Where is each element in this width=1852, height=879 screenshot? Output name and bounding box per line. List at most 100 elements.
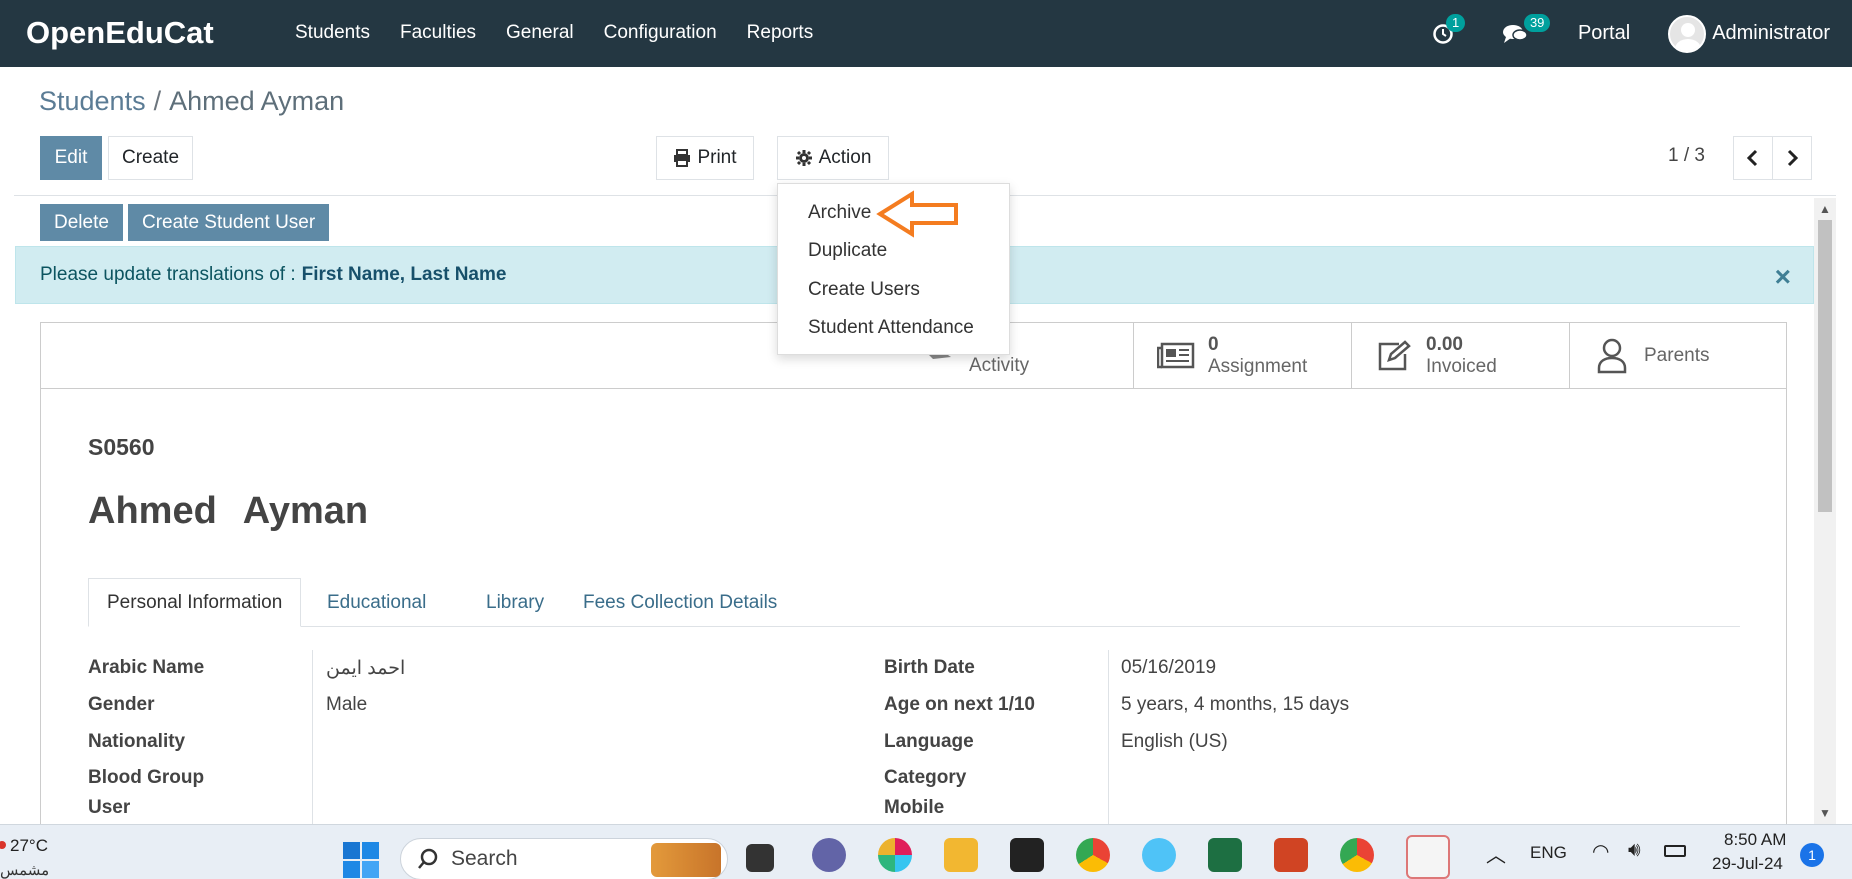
notification-badge[interactable]: 1 (1800, 843, 1824, 867)
field-separator-right (1108, 650, 1109, 824)
mobile-label: Mobile (884, 797, 945, 818)
menu-configuration[interactable]: Configuration (604, 22, 717, 44)
tab-fees-collection-details[interactable]: Fees Collection Details (565, 578, 795, 627)
category-label: Category (884, 767, 967, 788)
printer-icon (674, 149, 691, 167)
invoiced-label: Invoiced (1426, 356, 1497, 377)
breadcrumb-separator: / (153, 86, 162, 116)
action-button[interactable]: Action (777, 136, 889, 180)
newspaper-icon (1154, 334, 1198, 378)
menu-item-create-users[interactable]: Create Users (808, 279, 920, 301)
breadcrumb: Students / Ahmed Ayman (39, 86, 344, 117)
student-name: Ahmed Ayman (88, 490, 394, 533)
weather-condition: مشمس (0, 862, 50, 879)
last-name[interactable]: Ayman (243, 490, 368, 532)
invoiced-count: 0.00 (1426, 334, 1463, 355)
form-tabs: Personal Information Educational Library… (88, 578, 1740, 627)
clock-time[interactable]: 8:50 AM (1724, 830, 1786, 850)
gender-value[interactable]: Male (326, 694, 367, 716)
birth-date-value[interactable]: 05/16/2019 (1121, 657, 1216, 679)
menu-students[interactable]: Students (295, 22, 370, 44)
top-navbar: OpenEduCat Students Faculties General Co… (0, 0, 1852, 67)
arabic-name-value[interactable]: احمد ايمن (326, 657, 405, 680)
snipping-tool-icon[interactable] (1406, 835, 1450, 879)
pager-previous-button[interactable] (1733, 136, 1773, 180)
chrome-profile-icon[interactable] (1340, 838, 1374, 872)
battery-icon[interactable] (1664, 845, 1686, 857)
slack-icon[interactable] (878, 838, 912, 872)
gear-icon (795, 150, 812, 166)
assignment-text: 0 Assignment (1208, 334, 1307, 378)
print-button[interactable]: Print (656, 136, 754, 180)
arabic-name-label: Arabic Name (88, 657, 205, 678)
app-brand[interactable]: OpenEduCat (26, 15, 214, 51)
user-icon (1590, 334, 1634, 378)
teams-icon[interactable] (812, 838, 846, 872)
tab-library[interactable]: Library (468, 578, 562, 627)
parents-smart-button[interactable]: Parents (1569, 323, 1787, 389)
menu-item-student-attendance[interactable]: Student Attendance (808, 317, 974, 339)
birth-date-label: Birth Date (884, 657, 975, 678)
pager-value[interactable]: 1 / 3 (1668, 145, 1705, 167)
assignment-smart-button[interactable]: 0 Assignment (1133, 323, 1351, 389)
scroll-down-arrow[interactable]: ▼ (1816, 806, 1834, 820)
close-icon[interactable]: × (1775, 261, 1791, 293)
search-icon (418, 848, 438, 869)
print-label: Print (697, 147, 737, 168)
invoiced-text: 0.00 Invoiced (1426, 334, 1497, 378)
paint-icon[interactable] (1142, 838, 1176, 872)
scrollbar-thumb[interactable] (1818, 220, 1832, 512)
user-menu[interactable]: Administrator (1712, 22, 1830, 45)
first-name[interactable]: Ahmed (88, 490, 217, 532)
pager-next-button[interactable] (1772, 136, 1812, 180)
menu-reports[interactable]: Reports (747, 22, 814, 44)
create-student-user-button[interactable]: Create Student User (128, 204, 330, 241)
chevron-up-icon[interactable]: ︿ (1486, 839, 1506, 868)
language-indicator[interactable]: ENG (1530, 843, 1567, 863)
chrome-icon[interactable] (1076, 838, 1110, 872)
windows-start-icon[interactable] (343, 842, 379, 878)
menu-general[interactable]: General (506, 22, 574, 44)
delete-button[interactable]: Delete (40, 204, 123, 241)
create-button[interactable]: Create (108, 136, 193, 180)
breadcrumb-students[interactable]: Students (39, 86, 146, 116)
tab-personal-information[interactable]: Personal Information (88, 578, 302, 627)
task-view-icon[interactable] (746, 844, 774, 872)
breadcrumb-current: Ahmed Ayman (169, 86, 345, 116)
taskbar-search[interactable]: Search (400, 838, 728, 879)
field-separator-left (312, 650, 313, 824)
menu-item-duplicate[interactable]: Duplicate (808, 240, 887, 262)
tab-educational[interactable]: Educational (309, 578, 444, 627)
messages-menu[interactable]: 39 (1492, 0, 1568, 67)
action-label: Action (818, 147, 872, 168)
menu-faculties[interactable]: Faculties (400, 22, 476, 44)
file-explorer-icon[interactable] (944, 838, 978, 872)
age-label: Age on next 1/10 (884, 694, 1035, 715)
windows-taskbar: 27°C مشمس Search ︿ ENG ◠ 🔊︎ 8:50 AM 29-J… (0, 824, 1852, 879)
sticky-notes-icon[interactable] (1010, 838, 1044, 872)
systray: 1 39 Portal Administrator (1422, 0, 1852, 67)
invoiced-smart-button[interactable]: 0.00 Invoiced (1351, 323, 1569, 389)
edit-button[interactable]: Edit (40, 136, 102, 180)
chevron-right-icon (1787, 149, 1799, 167)
edit-icon (1372, 334, 1416, 378)
alert-fields: First Name, Last Name (301, 264, 507, 285)
portal-link[interactable]: Portal (1578, 22, 1630, 45)
search-placeholder: Search (451, 847, 518, 870)
activity-label: Activity (969, 355, 1030, 376)
activity-menu[interactable]: 1 (1422, 0, 1482, 67)
alert-text: Please update translations of : (40, 264, 296, 285)
powerpoint-icon[interactable] (1274, 838, 1308, 872)
nationality-label: Nationality (88, 731, 186, 752)
avatar[interactable] (1668, 14, 1707, 53)
language-value[interactable]: English (US) (1121, 731, 1228, 753)
menu-item-archive[interactable]: Archive (808, 202, 871, 224)
scroll-up-arrow[interactable]: ▲ (1816, 202, 1834, 216)
volume-icon[interactable]: 🔊︎ (1628, 839, 1641, 862)
weather-widget[interactable]: 27°C مشمس (0, 835, 90, 879)
parents-label: Parents (1644, 345, 1710, 366)
wifi-icon[interactable]: ◠ (1592, 839, 1609, 864)
clock-date[interactable]: 29-Jul-24 (1712, 854, 1783, 874)
language-label: Language (884, 731, 974, 752)
excel-icon[interactable] (1208, 838, 1242, 872)
